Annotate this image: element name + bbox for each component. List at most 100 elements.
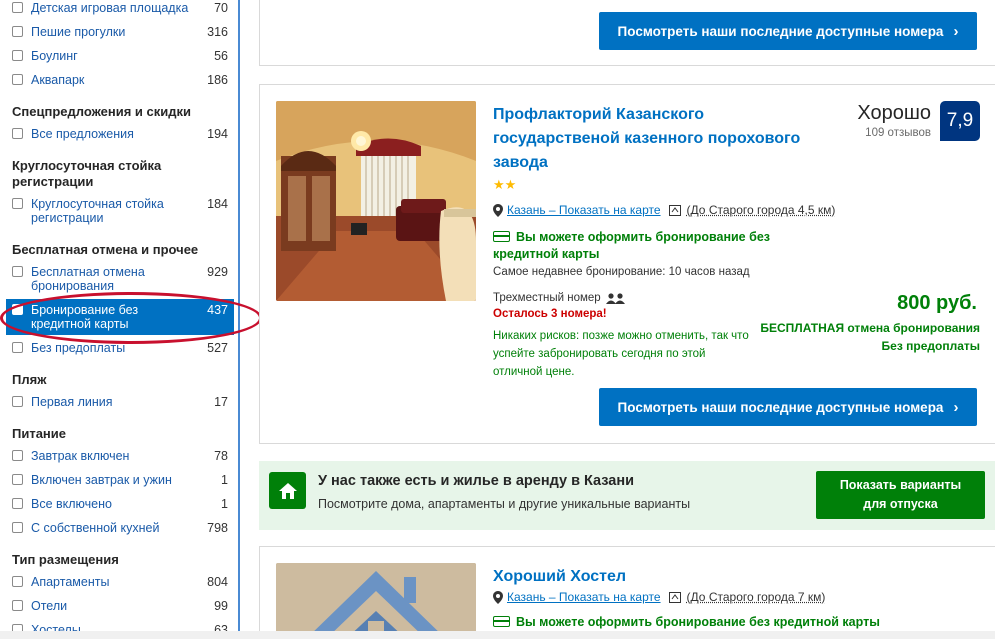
map-distance-icon [668,205,681,216]
filter-heading-frontdesk: Круглосуточная стойка регистрации [12,158,162,189]
filter-label: Без предоплаты [31,341,126,355]
filter-label: Все включено [31,497,112,511]
banner-subtitle: Посмотрите дома, апартаменты и другие ун… [318,497,691,511]
filter-hotels[interactable]: Отели 99 [6,599,234,613]
filter-label: Пешие прогулки [31,25,126,39]
hotel-photo[interactable] [276,101,476,301]
review-score-word[interactable]: Хорошо [857,102,931,125]
filter-no-credit-card[interactable]: Бронирование без кредитной карты 437 [6,299,234,335]
filter-label: Завтрак включен [31,449,130,463]
filter-free-cancel[interactable]: Бесплатная отмена бронирования 929 [6,265,234,293]
button-label: Посмотреть наши последние доступные номе… [617,399,944,415]
checkbox[interactable] [12,198,23,209]
credit-card-icon [493,616,510,627]
checkbox[interactable] [12,128,23,139]
checkbox[interactable] [12,26,23,37]
checkbox[interactable] [12,600,23,611]
star-rating: ★★ [493,177,517,192]
filter-no-prepayment[interactable]: Без предоплаты 527 [6,341,234,355]
filter-label: С собственной кухней [31,521,160,535]
filter-heading-specials: Спецпредложения и скидки [12,104,191,119]
filter-count: 798 [207,521,228,535]
filter-24h-frontdesk[interactable]: Круглосуточная стойка регистрации 184 [6,197,234,225]
filter-walking[interactable]: Пешие прогулки 316 [6,25,234,39]
checkbox[interactable] [12,342,23,353]
filter-label: Бронирование без кредитной карты [31,303,139,331]
price: 800 руб. [897,292,977,314]
filter-all-deals[interactable]: Все предложения 194 [6,127,234,141]
cancellation-info: БЕСПЛАТНАЯ отмена бронирования Без предо… [760,319,980,355]
filter-label: Бесплатная отмена бронирования [31,265,145,293]
map-pin-icon [493,590,503,604]
show-on-map-link[interactable]: Казань – Показать на карте [507,203,661,217]
filter-label: Отели [31,599,68,613]
review-count[interactable]: 109 отзывов [865,127,931,139]
filter-half-board[interactable]: Включен завтрак и ужин 1 [6,473,234,487]
filter-count: 929 [207,265,228,279]
show-vacation-rentals-button[interactable]: Показать варианты для отпуска [816,471,985,519]
map-pin-icon [493,203,503,217]
filter-aquapark[interactable]: Аквапарк 186 [6,73,234,87]
distance-text: (До Старого города 4,5 км) [686,203,836,217]
filter-count: 184 [207,197,228,211]
filter-playground[interactable]: Детская игровая площадка 70 [6,1,234,15]
checkbox[interactable] [12,498,23,509]
filter-first-line[interactable]: Первая линия 17 [6,395,234,409]
filter-count: 194 [207,127,228,141]
checkbox[interactable] [12,396,23,407]
notice-text: Вы можете оформить бронирование без кред… [493,230,770,261]
filter-label: Апартаменты [31,575,110,589]
checkbox[interactable] [12,450,23,461]
chevron-right-icon: › [953,398,959,416]
filter-label: Детская игровая площадка [31,1,189,15]
hotel-title-link-2[interactable]: Хороший Хостел [493,565,833,589]
checkbox[interactable] [12,522,23,533]
filter-bowling[interactable]: Боулинг 56 [6,49,234,63]
filter-count: 78 [214,449,228,463]
filter-count: 527 [207,341,228,355]
filter-apartments[interactable]: Апартаменты 804 [6,575,234,589]
filter-heading-beach: Пляж [12,372,47,387]
checkbox[interactable] [12,50,23,61]
filter-all-inclusive[interactable]: Все включено 1 [6,497,234,511]
filter-count: 316 [207,25,228,39]
checkbox[interactable] [12,304,23,315]
checkbox[interactable] [12,74,23,85]
free-cancel-text: БЕСПЛАТНАЯ отмена бронирования [760,321,980,335]
see-rooms-button-previous[interactable]: Посмотреть наши последние доступные номе… [599,12,977,50]
filter-count: 99 [214,599,228,613]
filter-count: 1 [221,473,228,487]
review-score-badge[interactable]: 7,9 [940,101,980,141]
banner-title: У нас также есть и жилье в аренду в Каза… [318,473,635,489]
filters-sidebar: Детская игровая площадка 70 Пешие прогул… [0,0,240,639]
checkbox[interactable] [12,576,23,587]
credit-card-icon [493,231,510,242]
filter-label: Аквапарк [31,73,85,87]
hotel-photo-2[interactable] [276,563,476,639]
filter-count: 1 [221,497,228,511]
distance-text: (До Старого города 7 км) [686,590,826,604]
filter-label: Круглосуточная стойка регистрации [31,197,164,225]
no-credit-card-notice: Вы можете оформить бронирование без кред… [493,229,838,263]
checkbox[interactable] [12,266,23,277]
guests-icon [605,292,625,304]
horizontal-scrollbar[interactable] [0,631,995,639]
notice-text: Вы можете оформить бронирование без кред… [516,615,880,629]
see-rooms-button[interactable]: Посмотреть наши последние доступные номе… [599,388,977,426]
filter-count: 437 [207,303,228,317]
checkbox[interactable] [12,2,23,13]
filter-kitchen[interactable]: С собственной кухней 798 [6,521,234,535]
hotel-title-link[interactable]: Профлакторий Казанского государственой к… [493,103,833,175]
filter-breakfast[interactable]: Завтрак включен 78 [6,449,234,463]
no-credit-card-notice-2: Вы можете оформить бронирование без кред… [493,614,893,631]
show-on-map-link[interactable]: Казань – Показать на карте [507,590,661,604]
filter-count: 56 [214,49,228,63]
button-label-line2: для отпуска [863,497,938,511]
filter-label: Первая линия [31,395,113,409]
hostel-photo-image [276,563,476,639]
filter-label: Боулинг [31,49,78,63]
checkbox[interactable] [12,474,23,485]
recent-booking-text: Самое недавнее бронирование: 10 часов на… [493,266,750,278]
filter-count: 804 [207,575,228,589]
lobby-photo-image [276,101,476,301]
